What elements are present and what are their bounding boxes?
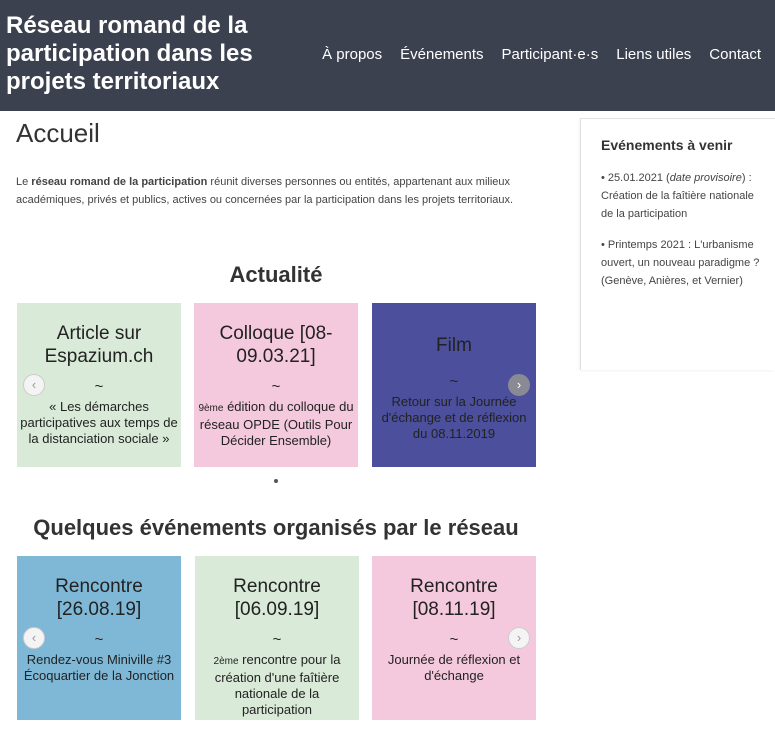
page-title: Accueil [16, 118, 100, 148]
card-description: « Les démarches participatives aux temps… [20, 399, 178, 446]
chevron-right-icon: › [516, 630, 522, 645]
site-title[interactable]: Réseau romand de la participation dans l… [6, 12, 296, 96]
event-date: • 25.01.2021 ( [601, 172, 670, 184]
event-date-note: date provisoire [669, 172, 742, 184]
chevron-left-icon: ‹ [31, 377, 37, 392]
card-title: Rencontre [08.11.19] [410, 576, 498, 620]
event-card-06-09-19[interactable]: Rencontre [06.09.19] ~ 2ème rencontre po… [195, 556, 359, 720]
news-section-title: Actualité [229, 262, 323, 287]
intro-bold: réseau romand de la participation [31, 176, 208, 188]
card-title: Colloque [08-09.03.21] [219, 323, 333, 367]
card-description: 2ème rencontre pour la création d'une fa… [195, 652, 359, 718]
intro-prefix: Le [16, 176, 32, 188]
card-ordinal: 2ème [213, 656, 239, 667]
news-card-colloque[interactable]: Colloque [08-09.03.21] ~ 9ème édition du… [194, 303, 358, 467]
events-section-title: Quelques événements organisés par le rés… [33, 515, 519, 540]
chevron-left-icon: ‹ [31, 630, 37, 645]
card-separator: ~ [272, 631, 282, 648]
events-carousel-prev-button[interactable]: ‹ [23, 627, 45, 649]
carousel-page-dot[interactable] [274, 479, 278, 483]
card-description: Retour sur la Journée d'échange et de ré… [381, 394, 527, 441]
card-separator: ~ [271, 378, 281, 395]
nav-link-evenements[interactable]: Événements [400, 46, 483, 63]
carousel-next-button[interactable]: › [508, 374, 530, 396]
chevron-right-icon: › [516, 377, 522, 392]
sidebar-event-item[interactable]: • Printemps 2021 : L'urbanisme ouvert, u… [601, 236, 763, 290]
card-title: Rencontre [26.08.19] [55, 576, 143, 620]
card-description: Journée de réflexion et d'échange [387, 652, 521, 683]
carousel-prev-button[interactable]: ‹ [23, 374, 45, 396]
nav-link-liens-utiles[interactable]: Liens utiles [616, 46, 691, 63]
card-description: Rendez-vous Miniville #3 Écoquartier de … [23, 652, 175, 683]
card-title: Rencontre [06.09.19] [233, 576, 321, 620]
upcoming-events-sidebar: Evénements à venir • 25.01.2021 (date pr… [580, 118, 775, 370]
card-title: Film [436, 335, 472, 356]
sidebar-title: Evénements à venir [601, 137, 733, 153]
events-carousel-next-button[interactable]: › [508, 627, 530, 649]
sidebar-event-item[interactable]: • 25.01.2021 (date provisoire) : Créatio… [601, 169, 763, 223]
nav-link-a-propos[interactable]: À propos [322, 46, 382, 63]
card-title: Article sur Espazium.ch [44, 323, 154, 367]
nav-link-participants[interactable]: Participant·e·s [502, 46, 599, 63]
nav-link-contact[interactable]: Contact [709, 46, 761, 63]
card-ordinal: 9ème [198, 403, 224, 414]
intro-text: Le réseau romand de la participation réu… [16, 173, 556, 209]
card-description: 9ème édition du colloque du réseau OPDE … [194, 399, 358, 449]
card-desc-text: édition du colloque du réseau OPDE (Outi… [199, 399, 354, 448]
main-nav: À propos Événements Participant·e·s Lien… [322, 46, 761, 63]
site-header: Réseau romand de la participation dans l… [0, 0, 775, 111]
